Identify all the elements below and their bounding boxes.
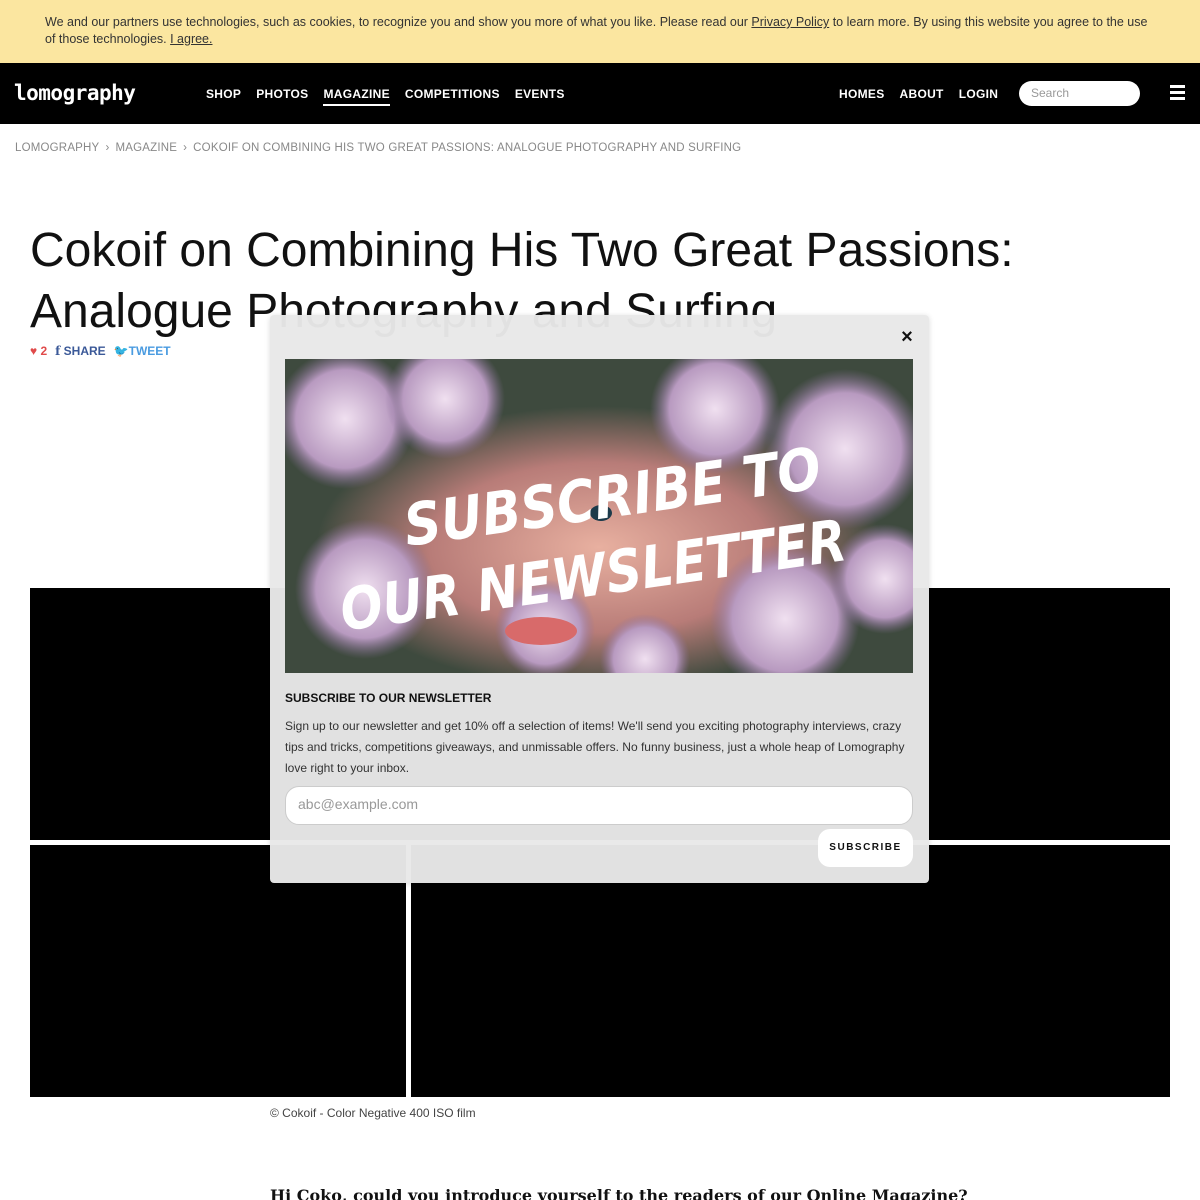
subscribe-button[interactable]: SUBSCRIBE — [818, 829, 913, 867]
nav-competitions[interactable]: COMPETITIONS — [405, 87, 500, 106]
nav-shop[interactable]: SHOP — [206, 87, 241, 106]
main-nav: lomography SHOP PHOTOS MAGAZINE COMPETIT… — [0, 63, 1200, 124]
secondary-nav-links: HOMES ABOUT LOGIN — [839, 87, 1013, 101]
close-icon[interactable]: × — [899, 327, 915, 347]
nav-about[interactable]: ABOUT — [900, 87, 944, 101]
tweet-button[interactable]: 🐦TWEET — [114, 344, 171, 358]
breadcrumb-magazine[interactable]: MAGAZINE — [115, 142, 177, 154]
newsletter-modal: × SUBSCRIBE TO OUR NEWSLETTER SUBSCRIBE … — [270, 315, 929, 883]
breadcrumb-separator-icon: › — [105, 142, 110, 154]
tweet-label: TWEET — [128, 344, 171, 358]
nav-magazine[interactable]: MAGAZINE — [323, 87, 390, 106]
breadcrumb-current: COKOIF ON COMBINING HIS TWO GREAT PASSIO… — [193, 142, 742, 154]
facebook-icon: f — [55, 344, 61, 358]
cookie-banner: We and our partners use technologies, su… — [0, 0, 1200, 63]
nav-photos[interactable]: PHOTOS — [256, 87, 308, 106]
breadcrumb-separator-icon: › — [183, 142, 188, 154]
search-input[interactable]: Search — [1019, 81, 1140, 106]
cookie-text-before: We and our partners use technologies, su… — [45, 15, 752, 29]
cookie-agree-link[interactable]: I agree. — [170, 32, 212, 46]
logo-text: lomography — [14, 81, 136, 105]
newsletter-hero-image: SUBSCRIBE TO OUR NEWSLETTER — [285, 359, 913, 673]
nav-homes[interactable]: HOMES — [839, 87, 885, 101]
social-actions: ♥ 2 f SHARE 🐦TWEET — [30, 344, 171, 358]
email-field[interactable]: abc@example.com — [285, 786, 913, 825]
hamburger-menu-icon[interactable] — [1170, 85, 1185, 100]
nav-events[interactable]: EVENTS — [515, 87, 565, 106]
breadcrumb: LOMOGRAPHY › MAGAZINE › COKOIF ON COMBINING … — [15, 142, 741, 154]
privacy-policy-link[interactable]: Privacy Policy — [751, 15, 829, 29]
lomography-logo[interactable]: lomography — [14, 81, 176, 107]
twitter-bird-icon: 🐦 — [113, 344, 129, 358]
nav-login[interactable]: LOGIN — [959, 87, 999, 101]
breadcrumb-lomography[interactable]: LOMOGRAPHY — [15, 142, 99, 154]
primary-nav-links: SHOP PHOTOS MAGAZINE COMPETITIONS EVENTS — [206, 87, 580, 106]
facebook-share-button[interactable]: f SHARE — [55, 344, 106, 358]
like-button[interactable]: ♥ 2 — [30, 344, 47, 358]
heart-icon: ♥ — [30, 344, 38, 358]
image-caption: © Cokoif - Color Negative 400 ISO film — [270, 1106, 476, 1120]
interview-question: Hi Coko, could you introduce yourself to… — [270, 1186, 968, 1200]
newsletter-description: Sign up to our newsletter and get 10% of… — [285, 719, 905, 775]
like-count: 2 — [40, 344, 48, 358]
share-label: SHARE — [63, 344, 106, 358]
newsletter-heading: SUBSCRIBE TO OUR NEWSLETTER — [285, 691, 492, 705]
